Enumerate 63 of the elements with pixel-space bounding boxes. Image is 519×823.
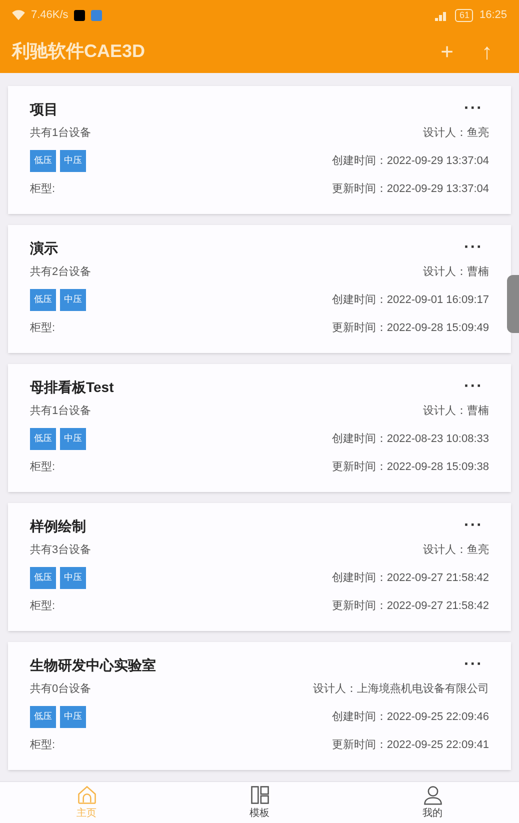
created-time: 创建时间：2022-09-25 22:09:46 bbox=[332, 710, 489, 725]
device-count: 共有2台设备 bbox=[30, 264, 92, 280]
project-card[interactable]: 样例绘制 ··· 共有3台设备 设计人：鱼亮 低压 中压 创建时间：2022-09-27 21:58:42 柜型: 更新时间：2022-09-27 21:58:42 bbox=[8, 503, 511, 631]
user-icon bbox=[422, 784, 444, 806]
voltage-tag: 中压 bbox=[60, 150, 86, 172]
wifi-icon bbox=[12, 10, 25, 20]
more-button[interactable]: ··· bbox=[464, 514, 483, 538]
updated-time: 更新时间：2022-09-27 21:58:42 bbox=[332, 598, 489, 614]
app-notification-icon bbox=[91, 10, 102, 20]
notification-icon bbox=[74, 10, 86, 20]
updated-time: 更新时间：2022-09-28 15:09:49 bbox=[332, 320, 489, 336]
updated-time: 更新时间：2022-09-29 13:37:04 bbox=[332, 182, 489, 197]
network-speed: 7.46K/s bbox=[31, 8, 68, 23]
cabinet-type: 柜型: bbox=[30, 598, 56, 614]
created-time: 创建时间：2022-09-27 21:58:42 bbox=[332, 570, 489, 586]
more-button[interactable]: ··· bbox=[464, 653, 483, 677]
battery-indicator: 61 bbox=[455, 8, 474, 22]
status-time: 16:25 bbox=[479, 8, 507, 23]
voltage-tag: 低压 bbox=[30, 289, 56, 311]
project-card[interactable]: 母排看板Test ··· 共有1台设备 设计人：曹楠 低压 中压 创建时间：2022-08-23 10:08:33 柜型: 更新时间：2022-09-28 15:09:38 bbox=[8, 364, 511, 492]
voltage-tag: 中压 bbox=[60, 567, 86, 589]
project-title: 样例绘制 bbox=[30, 516, 87, 536]
voltage-tag: 低压 bbox=[30, 567, 56, 589]
project-card[interactable]: 项目 ··· 共有1台设备 设计人：鱼亮 低压 中压 创建时间：2022-09-29 13:37:04 柜型: 更新时间：2022-09-29 13:37:04 bbox=[8, 86, 511, 214]
voltage-tag: 低压 bbox=[30, 706, 56, 728]
project-card[interactable]: 演示 ··· 共有2台设备 设计人：曹楠 低压 中压 创建时间：2022-09-01 16:09:17 柜型: 更新时间：2022-09-28 15:09:49 bbox=[8, 225, 511, 353]
project-title: 生物研发中心实验室 bbox=[30, 656, 157, 674]
project-card[interactable]: 生物研发中心实验室 ··· 共有0台设备 设计人：上海境燕机电设备有限公司 低压 中压 创建时间：2022-09-25 22:09:46 柜型: 更新时间：2022-09-25 22:09:41 bbox=[8, 642, 511, 770]
device-count: 共有0台设备 bbox=[30, 682, 92, 697]
cabinet-type: 柜型: bbox=[30, 182, 56, 197]
nav-tab[interactable]: 模板 bbox=[173, 782, 346, 823]
cabinet-type: 柜型: bbox=[30, 320, 56, 336]
more-button[interactable]: ··· bbox=[464, 97, 483, 121]
designer: 设计人：曹楠 bbox=[423, 264, 489, 280]
project-title: 母排看板Test bbox=[30, 378, 115, 396]
app-title: 利驰软件CAE3D bbox=[12, 40, 146, 63]
more-button[interactable]: ··· bbox=[464, 236, 483, 260]
designer: 设计人：曹楠 bbox=[423, 404, 489, 419]
designer: 设计人：上海境燕机电设备有限公司 bbox=[313, 682, 489, 697]
project-title: 项目 bbox=[30, 100, 59, 118]
created-time: 创建时间：2022-09-29 13:37:04 bbox=[332, 154, 489, 169]
voltage-tag: 低压 bbox=[30, 428, 56, 450]
voltage-tag: 中压 bbox=[60, 428, 86, 450]
cabinet-type: 柜型: bbox=[30, 738, 56, 753]
project-title: 演示 bbox=[30, 238, 59, 258]
voltage-tag: 低压 bbox=[30, 150, 56, 172]
home-icon bbox=[76, 784, 98, 806]
updated-time: 更新时间：2022-09-28 15:09:38 bbox=[332, 460, 489, 475]
designer: 设计人：鱼亮 bbox=[423, 126, 489, 141]
device-count: 共有3台设备 bbox=[30, 542, 92, 558]
more-button[interactable]: ··· bbox=[464, 375, 483, 399]
scrollbar[interactable] bbox=[507, 275, 519, 333]
created-time: 创建时间：2022-09-01 16:09:17 bbox=[332, 292, 489, 308]
nav-tab[interactable]: 我的 bbox=[346, 782, 519, 823]
device-count: 共有1台设备 bbox=[30, 126, 92, 141]
cabinet-type: 柜型: bbox=[30, 460, 56, 475]
voltage-tag: 中压 bbox=[60, 289, 86, 311]
voltage-tag: 中压 bbox=[60, 706, 86, 728]
designer: 设计人：鱼亮 bbox=[423, 542, 489, 558]
created-time: 创建时间：2022-08-23 10:08:33 bbox=[332, 432, 489, 447]
updated-time: 更新时间：2022-09-25 22:09:41 bbox=[332, 738, 489, 753]
device-count: 共有1台设备 bbox=[30, 404, 92, 419]
grid-icon bbox=[248, 784, 270, 806]
